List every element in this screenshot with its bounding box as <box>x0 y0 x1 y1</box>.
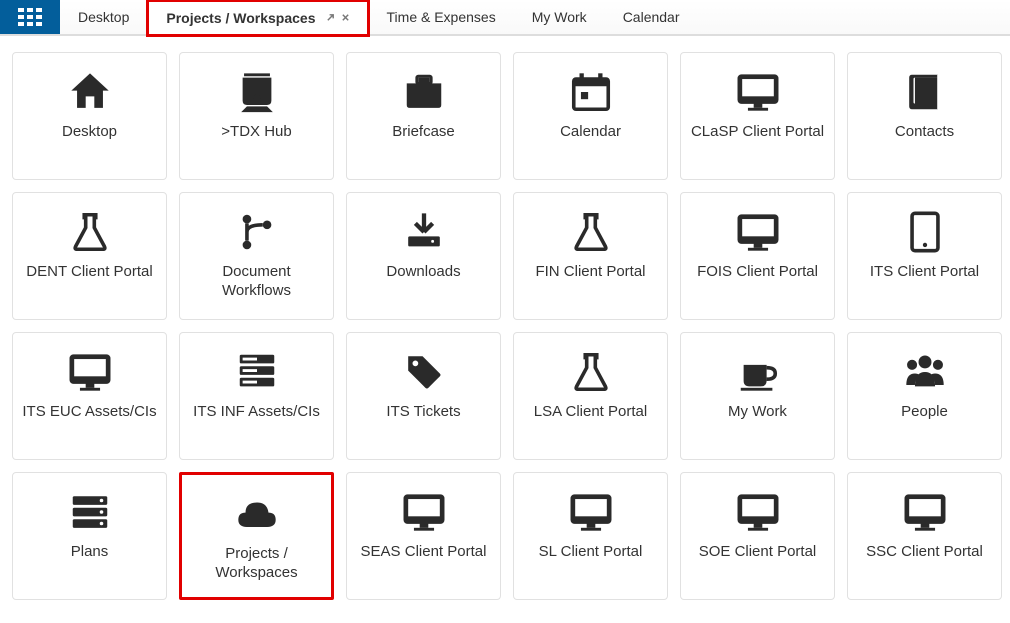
top-tab-bar: Desktop Projects / Workspaces Time & Expen… <box>0 0 1010 36</box>
tab-label: My Work <box>532 9 587 25</box>
tile-contacts[interactable]: Contacts <box>847 52 1002 180</box>
monitor-icon <box>902 487 948 537</box>
tile-plans[interactable]: Plans <box>12 472 167 600</box>
tile-label: Downloads <box>386 263 460 282</box>
tile-label: SOE Client Portal <box>699 543 817 562</box>
tile-label: ITS Client Portal <box>870 263 979 282</box>
calendar-icon <box>568 67 614 117</box>
tile-ssc-client-portal[interactable]: SSC Client Portal <box>847 472 1002 600</box>
tile-projects-workspaces[interactable]: Projects / Workspaces <box>179 472 334 600</box>
monitor-icon <box>401 487 447 537</box>
tile-label: Document Workflows <box>186 263 327 301</box>
monitor-icon <box>735 207 781 257</box>
train-icon <box>234 67 280 117</box>
tab-label: Time & Expenses <box>387 9 496 25</box>
tab-label: Projects / Workspaces <box>166 10 315 26</box>
tile-fin-client-portal[interactable]: FIN Client Portal <box>513 192 668 320</box>
flask-icon <box>568 347 614 397</box>
tile-label: Projects / Workspaces <box>188 545 325 583</box>
tile-label: CLaSP Client Portal <box>691 123 824 142</box>
tile-label: People <box>901 403 948 422</box>
tabs-container: Desktop Projects / Workspaces Time & Expen… <box>60 0 698 34</box>
branch-icon <box>234 207 280 257</box>
tile-label: LSA Client Portal <box>534 403 647 422</box>
people-icon <box>902 347 948 397</box>
tile-label: Calendar <box>560 123 621 142</box>
tile-label: ITS EUC Assets/CIs <box>22 403 156 422</box>
coffee-icon <box>735 347 781 397</box>
tab-label: Calendar <box>623 9 680 25</box>
tile-its-inf-assets-cis[interactable]: ITS INF Assets/CIs <box>179 332 334 460</box>
monitor-icon <box>67 347 113 397</box>
tile-fois-client-portal[interactable]: FOIS Client Portal <box>680 192 835 320</box>
briefcase-icon <box>401 67 447 117</box>
tile-label: ITS INF Assets/CIs <box>193 403 320 422</box>
tile-its-tickets[interactable]: ITS Tickets <box>346 332 501 460</box>
tile-label: SSC Client Portal <box>866 543 983 562</box>
bars-icon <box>67 487 113 537</box>
tag-icon <box>401 347 447 397</box>
tile-label: FOIS Client Portal <box>697 263 818 282</box>
monitor-icon <box>735 487 781 537</box>
tile-briefcase[interactable]: Briefcase <box>346 52 501 180</box>
book-icon <box>902 67 948 117</box>
tile-dent-client-portal[interactable]: DENT Client Portal <box>12 192 167 320</box>
tab-my-work[interactable]: My Work <box>514 0 605 34</box>
tile--tdx-hub[interactable]: >TDX Hub <box>179 52 334 180</box>
tile-calendar[interactable]: Calendar <box>513 52 668 180</box>
tab-label: Desktop <box>78 9 129 25</box>
tile-label: SL Client Portal <box>539 543 643 562</box>
tile-people[interactable]: People <box>847 332 1002 460</box>
popout-icon[interactable] <box>326 13 335 22</box>
download-icon <box>401 207 447 257</box>
monitor-icon <box>735 67 781 117</box>
tile-seas-client-portal[interactable]: SEAS Client Portal <box>346 472 501 600</box>
tile-label: Plans <box>71 543 109 562</box>
tile-label: DENT Client Portal <box>26 263 152 282</box>
tile-sl-client-portal[interactable]: SL Client Portal <box>513 472 668 600</box>
tile-label: Briefcase <box>392 123 455 142</box>
tab-desktop[interactable]: Desktop <box>60 0 147 34</box>
close-icon[interactable] <box>341 13 350 22</box>
app-launcher-button[interactable] <box>0 0 60 34</box>
tab-projects-workspaces[interactable]: Projects / Workspaces <box>147 0 368 34</box>
tile-label: SEAS Client Portal <box>361 543 487 562</box>
tile-its-euc-assets-cis[interactable]: ITS EUC Assets/CIs <box>12 332 167 460</box>
tile-label: FIN Client Portal <box>535 263 645 282</box>
home-icon <box>67 67 113 117</box>
tile-label: ITS Tickets <box>386 403 460 422</box>
tile-clasp-client-portal[interactable]: CLaSP Client Portal <box>680 52 835 180</box>
tiles-grid: Desktop >TDX Hub Briefcase Calendar CLaSP Cl… <box>0 36 1010 616</box>
tile-document-workflows[interactable]: Document Workflows <box>179 192 334 320</box>
monitor-icon <box>568 487 614 537</box>
tile-desktop[interactable]: Desktop <box>12 52 167 180</box>
tab-time-expenses[interactable]: Time & Expenses <box>369 0 514 34</box>
tile-downloads[interactable]: Downloads <box>346 192 501 320</box>
tab-calendar[interactable]: Calendar <box>605 0 698 34</box>
tile-its-client-portal[interactable]: ITS Client Portal <box>847 192 1002 320</box>
tile-label: Desktop <box>62 123 117 142</box>
flask-icon <box>67 207 113 257</box>
flask-icon <box>568 207 614 257</box>
tile-soe-client-portal[interactable]: SOE Client Portal <box>680 472 835 600</box>
tablet-icon <box>902 207 948 257</box>
tile-lsa-client-portal[interactable]: LSA Client Portal <box>513 332 668 460</box>
tile-label: My Work <box>728 403 787 422</box>
tile-label: Contacts <box>895 123 954 142</box>
tile-label: >TDX Hub <box>221 123 291 142</box>
cloud-icon <box>234 489 280 539</box>
app-launcher-icon <box>18 8 42 26</box>
tile-my-work[interactable]: My Work <box>680 332 835 460</box>
servers-icon <box>234 347 280 397</box>
